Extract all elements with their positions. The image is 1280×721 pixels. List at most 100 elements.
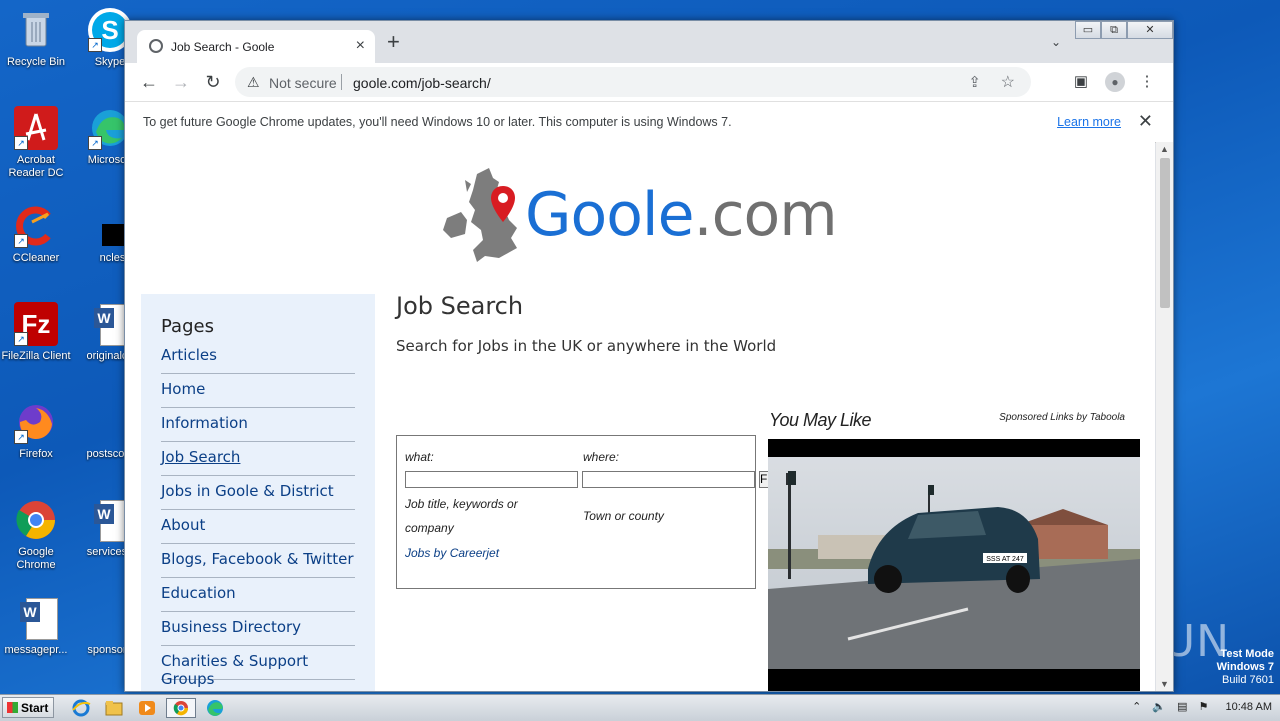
sidebar-nav: Articles Home Information Job Search Job… — [161, 340, 355, 688]
not-secure-label[interactable]: Not secure — [269, 75, 337, 91]
sidebar-item-education[interactable]: Education — [161, 578, 355, 602]
firefox-icon: ↗ — [14, 400, 58, 444]
scroll-up-icon[interactable]: ▲ — [1160, 144, 1169, 154]
new-tab-button[interactable]: + — [387, 31, 400, 53]
shortcut-arrow-icon: ↗ — [14, 332, 28, 346]
share-icon[interactable]: ⇪ — [968, 73, 981, 91]
chrome-icon — [14, 498, 58, 542]
taskbar-ie-icon[interactable] — [70, 698, 92, 718]
url-text[interactable]: goole.com/job-search/ — [353, 75, 491, 91]
page-scrollbar[interactable]: ▲ ▼ — [1156, 142, 1173, 691]
desktop-icon-filezilla[interactable]: Fz ↗ FileZilla Client — [0, 302, 72, 363]
scroll-down-icon[interactable]: ▼ — [1160, 679, 1169, 689]
where-hint: Town or county — [583, 509, 664, 523]
word-document-icon: W — [14, 596, 58, 640]
os-label: Windows 7 — [1216, 661, 1274, 673]
job-search-widget: what: where: F Job title, keywords or co… — [396, 435, 771, 589]
desktop-icon-ccleaner[interactable]: ↗ CCleaner — [0, 204, 72, 265]
sidebar-item: Blogs, Facebook & Twitter — [161, 544, 355, 578]
desktop-icon-label: FileZilla Client — [1, 350, 71, 362]
what-input[interactable] — [405, 471, 578, 488]
ccleaner-icon: ↗ — [14, 204, 58, 248]
back-button[interactable]: ← — [137, 71, 161, 93]
tab-close-icon[interactable]: × — [356, 37, 365, 55]
sidebar-item-information[interactable]: Information — [161, 408, 355, 432]
desktop-icon-label: messagepr... — [4, 644, 68, 656]
sidebar-item-articles[interactable]: Articles — [161, 340, 355, 364]
infobar-close-icon[interactable]: ✕ — [1138, 111, 1153, 132]
sidebar-item-business-directory[interactable]: Business Directory — [161, 612, 355, 636]
update-infobar: To get future Google Chrome updates, you… — [125, 101, 1173, 143]
volume-icon[interactable]: 🔈 — [1152, 701, 1166, 713]
desktop-icon-messagepr[interactable]: W messagepr... — [0, 596, 72, 657]
site-logo[interactable]: Goole.com — [437, 162, 857, 267]
globe-icon — [149, 39, 163, 53]
system-tray: ⌃ 🔈 ▤ ⚑ 10:48 AM — [1124, 700, 1272, 713]
sponsored-label[interactable]: Sponsored Links by Taboola — [999, 412, 1125, 423]
sidebar-item-jobs-in-goole[interactable]: Jobs in Goole & District — [161, 476, 355, 500]
where-input[interactable] — [582, 471, 755, 488]
action-center-flag-icon[interactable]: ⚑ — [1199, 701, 1209, 713]
sidebar-item-job-search[interactable]: Job Search — [161, 442, 355, 466]
test-mode-label: Test Mode — [1220, 648, 1274, 660]
shortcut-arrow-icon: ↗ — [88, 38, 102, 52]
uk-map-pin-icon — [443, 168, 517, 262]
profile-avatar-icon[interactable]: ● — [1105, 72, 1125, 92]
web-page: Goole.com Pages Articles Home Informatio… — [125, 142, 1155, 691]
taskbar-explorer-icon[interactable] — [103, 698, 125, 718]
start-button[interactable]: Start — [2, 697, 54, 718]
chrome-window: Job Search - Goole × + ⌄ ▭ ⧉ ✕ ← → ↻ ⚠ N… — [124, 20, 1174, 692]
sidebar-item: Business Directory — [161, 612, 355, 646]
acrobat-icon: ↗ — [14, 106, 58, 150]
sidebar-item: Information — [161, 408, 355, 442]
side-panel-icon[interactable]: ▣ — [1071, 72, 1091, 92]
tab-search-chevron-icon[interactable]: ⌄ — [1051, 35, 1061, 49]
taskbar-media-player-icon[interactable] — [136, 698, 158, 718]
sponsored-car-image[interactable]: SSS AT 247 — [768, 439, 1140, 691]
careerjet-link[interactable]: Jobs by Careerjet — [405, 546, 499, 560]
sidebar-item: Articles — [161, 340, 355, 374]
address-bar[interactable]: ⚠ Not secure goole.com/job-search/ ⇪ ☆ — [235, 67, 1031, 97]
desktop-icon-label: Acrobat Reader DC — [8, 154, 64, 179]
taskbar-chrome-icon[interactable] — [166, 698, 196, 718]
clock[interactable]: 10:48 AM — [1226, 701, 1272, 713]
tab-job-search[interactable]: Job Search - Goole × — [137, 30, 375, 63]
shortcut-arrow-icon: ↗ — [88, 136, 102, 150]
minimize-button[interactable]: ▭ — [1075, 21, 1101, 39]
forward-button[interactable]: → — [169, 71, 193, 93]
taskbar-edge-icon[interactable] — [204, 698, 226, 718]
ad-heading: You May Like — [769, 410, 872, 430]
desktop-icon-recycle-bin[interactable]: Recycle Bin — [0, 8, 72, 69]
desktop-icon-chrome[interactable]: Google Chrome — [0, 498, 72, 572]
menu-kebab-icon[interactable]: ⋮ — [1137, 72, 1157, 92]
restore-button[interactable]: ⧉ — [1101, 21, 1127, 39]
what-label: what: — [405, 450, 434, 464]
sidebar-item-home[interactable]: Home — [161, 374, 355, 398]
car-photo: SSS AT 247 — [768, 457, 1140, 691]
learn-more-link[interactable]: Learn more — [1057, 115, 1121, 129]
scrollbar-thumb[interactable] — [1160, 158, 1170, 308]
start-label: Start — [21, 701, 49, 715]
filezilla-icon: Fz ↗ — [14, 302, 58, 346]
what-hint: Job title, keywords or company — [405, 497, 518, 535]
close-window-button[interactable]: ✕ — [1127, 21, 1173, 39]
bookmark-star-icon[interactable]: ☆ — [1001, 72, 1015, 92]
desktop-icon-firefox[interactable]: ↗ Firefox — [0, 400, 72, 461]
logo-name: Goole — [525, 180, 694, 250]
sidebar-item-charities[interactable]: Charities & Support Groups — [161, 646, 355, 688]
logo-tld: .com — [693, 180, 838, 250]
sidebar-item: About — [161, 510, 355, 544]
reload-button[interactable]: ↻ — [201, 71, 225, 93]
network-icon[interactable]: ▤ — [1177, 701, 1187, 713]
desktop-icon-acrobat[interactable]: ↗ Acrobat Reader DC — [0, 106, 72, 180]
sidebar: Pages Articles Home Information Job Sear… — [141, 294, 375, 691]
tab-title: Job Search - Goole — [171, 40, 275, 54]
sidebar-item-blogs[interactable]: Blogs, Facebook & Twitter — [161, 544, 355, 568]
sidebar-item: Job Search — [161, 442, 355, 476]
desktop-icon-label: Recycle Bin — [6, 56, 66, 68]
shortcut-arrow-icon: ↗ — [14, 430, 28, 444]
sidebar-item: Home — [161, 374, 355, 408]
tray-expand-icon[interactable]: ⌃ — [1132, 701, 1141, 713]
build-label: Build 7601 — [1222, 674, 1274, 686]
sidebar-item-about[interactable]: About — [161, 510, 355, 534]
